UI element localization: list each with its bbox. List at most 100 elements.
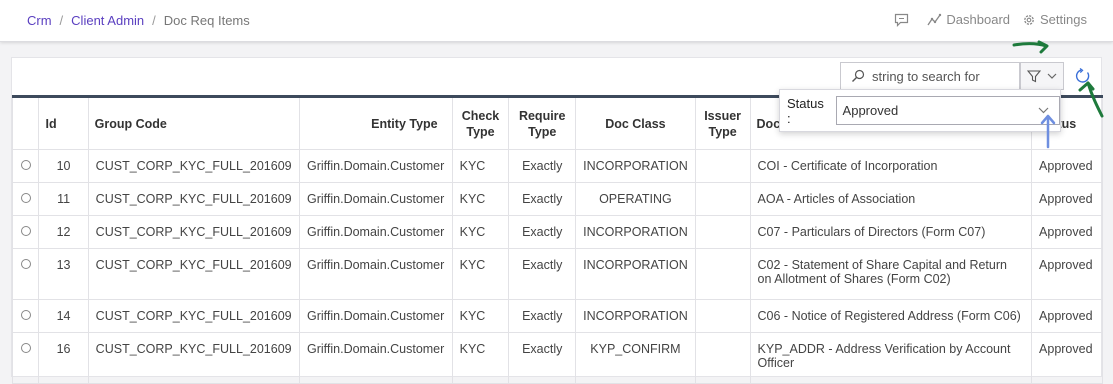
row-select-cell xyxy=(11,149,40,183)
cell-entity-type: Griffin.Domain.Customer xyxy=(298,299,453,333)
settings-link[interactable]: Settings xyxy=(1022,12,1087,27)
cell-doc-type: C07 - Particulars of Directors (Form C07… xyxy=(749,215,1033,249)
cell-group-code: CUST_CORP_KYC_FULL_201609 xyxy=(87,215,300,249)
status-filter-label: Status : xyxy=(787,95,824,126)
cell-require-type: Exactly xyxy=(508,215,577,249)
status-filter-select[interactable]: Approved xyxy=(835,96,1060,125)
refresh-button[interactable] xyxy=(1072,65,1094,87)
cell-require-type: Exactly xyxy=(508,182,577,216)
row-select-radio[interactable] xyxy=(20,310,31,320)
chat-button[interactable] xyxy=(894,13,913,27)
cell-doc-class: INCORPORATION xyxy=(575,149,696,183)
table-row[interactable]: 10 CUST_CORP_KYC_FULL_201609 Griffin.Domai… xyxy=(11,149,1103,183)
chat-icon xyxy=(895,13,909,27)
cell-entity-type: Griffin.Domain.Customer xyxy=(298,332,453,384)
cell-issuer-type xyxy=(694,215,751,249)
top-actions: Dashboard Settings xyxy=(882,12,1087,27)
cell-group-code: CUST_CORP_KYC_FULL_201609 xyxy=(87,248,300,300)
cell-doc-type: C06 - Notice of Registered Address (Form… xyxy=(749,299,1033,333)
cell-doc-class: KYP_CONFIRM xyxy=(575,332,696,384)
settings-label: Settings xyxy=(1040,12,1087,27)
cell-group-code: CUST_CORP_KYC_FULL_201609 xyxy=(87,332,300,384)
cell-check-type: KYC xyxy=(451,149,510,183)
gear-icon xyxy=(1024,14,1034,25)
row-select-cell xyxy=(11,299,40,333)
dashboard-link[interactable]: Dashboard xyxy=(927,12,1010,27)
cell-entity-type: Griffin.Domain.Customer xyxy=(298,248,453,300)
cell-entity-type: Griffin.Domain.Customer xyxy=(298,182,453,216)
row-select-radio[interactable] xyxy=(20,343,31,353)
cell-id: 14 xyxy=(38,299,89,333)
cell-status: Approved xyxy=(1031,332,1103,384)
search-input[interactable]: string to search for xyxy=(840,62,1020,90)
cell-status: Approved xyxy=(1031,248,1103,300)
row-select-radio[interactable] xyxy=(20,259,31,269)
breadcrumb: Crm / Client Admin / Doc Req Items xyxy=(27,13,250,28)
chevron-down-icon xyxy=(1038,107,1049,114)
cell-require-type: Exactly xyxy=(508,149,577,183)
breadcrumb-separator: / xyxy=(152,13,156,28)
table-row[interactable]: 11 CUST_CORP_KYC_FULL_201609 Griffin.Domai… xyxy=(11,182,1103,216)
row-select-cell xyxy=(11,215,40,249)
column-header-doc-class[interactable]: Doc Class xyxy=(575,96,696,150)
breadcrumb-client-admin[interactable]: Client Admin xyxy=(71,13,144,28)
cell-issuer-type xyxy=(694,332,751,384)
cell-id: 10 xyxy=(38,149,89,183)
table-row[interactable]: 12 CUST_CORP_KYC_FULL_201609 Griffin.Domai… xyxy=(11,215,1103,249)
top-bar: Crm / Client Admin / Doc Req Items Dashb… xyxy=(0,0,1113,42)
doc-req-items-table-wrap: Id Group Code Entity Type Check Type Requ… xyxy=(11,95,1103,384)
cell-doc-type: COI - Certificate of Incorporation xyxy=(749,149,1033,183)
cell-doc-class: INCORPORATION xyxy=(575,299,696,333)
table-row[interactable]: 13 CUST_CORP_KYC_FULL_201609 Griffin.Domai… xyxy=(11,248,1103,300)
column-header-require-type[interactable]: Require Type xyxy=(508,96,577,150)
refresh-icon xyxy=(1075,68,1090,83)
cell-require-type: Exactly xyxy=(508,332,577,384)
cell-require-type: Exactly xyxy=(508,248,577,300)
cell-check-type: KYC xyxy=(451,248,510,300)
cell-check-type: KYC xyxy=(451,215,510,249)
table-body: 10 CUST_CORP_KYC_FULL_201609 Griffin.Domai… xyxy=(11,149,1103,384)
column-header-id[interactable]: Id xyxy=(38,96,89,150)
table-row[interactable]: 14 CUST_CORP_KYC_FULL_201609 Griffin.Domai… xyxy=(11,299,1103,333)
cell-status: Approved xyxy=(1031,182,1103,216)
cell-id: 12 xyxy=(38,215,89,249)
row-select-cell xyxy=(11,182,40,216)
row-select-cell xyxy=(11,248,40,300)
breadcrumb-crm[interactable]: Crm xyxy=(27,13,52,28)
row-select-radio[interactable] xyxy=(20,226,31,236)
cell-doc-type: AOA - Articles of Association xyxy=(749,182,1033,216)
cell-group-code: CUST_CORP_KYC_FULL_201609 xyxy=(87,299,300,333)
column-header-entity-type[interactable]: Entity Type xyxy=(298,96,453,150)
cell-id: 16 xyxy=(38,332,89,384)
filter-icon xyxy=(1027,69,1041,82)
cell-id: 11 xyxy=(38,182,89,216)
cell-issuer-type xyxy=(694,248,751,300)
cell-group-code: CUST_CORP_KYC_FULL_201609 xyxy=(87,182,300,216)
cell-id: 13 xyxy=(38,248,89,300)
cell-doc-class: OPERATING xyxy=(575,182,696,216)
cell-doc-type: C02 - Statement of Share Capital and Ret… xyxy=(749,248,1033,300)
table-row[interactable]: 16 CUST_CORP_KYC_FULL_201609 Griffin.Domai… xyxy=(11,332,1103,384)
cell-status: Approved xyxy=(1031,299,1103,333)
search-placeholder: string to search for xyxy=(872,68,980,84)
cell-status: Approved xyxy=(1031,149,1103,183)
cell-doc-class: INCORPORATION xyxy=(575,248,696,300)
cell-entity-type: Griffin.Domain.Customer xyxy=(298,215,453,249)
status-filter-value: Approved xyxy=(842,103,899,118)
select-column-header xyxy=(11,96,40,150)
cell-issuer-type xyxy=(694,299,751,333)
cell-require-type: Exactly xyxy=(508,299,577,333)
chevron-down-icon xyxy=(1047,73,1057,79)
column-header-issuer-type[interactable]: Issuer Type xyxy=(694,96,751,150)
filter-button[interactable] xyxy=(1020,62,1064,90)
row-select-cell xyxy=(11,332,40,384)
column-header-check-type[interactable]: Check Type xyxy=(451,96,510,150)
cell-issuer-type xyxy=(694,182,751,216)
dashboard-label: Dashboard xyxy=(946,12,1011,27)
row-select-radio[interactable] xyxy=(20,160,31,170)
cell-check-type: KYC xyxy=(451,332,510,384)
column-header-group-code[interactable]: Group Code xyxy=(87,96,300,150)
cell-check-type: KYC xyxy=(451,299,510,333)
cell-entity-type: Griffin.Domain.Customer xyxy=(298,149,453,183)
row-select-radio[interactable] xyxy=(20,193,31,203)
